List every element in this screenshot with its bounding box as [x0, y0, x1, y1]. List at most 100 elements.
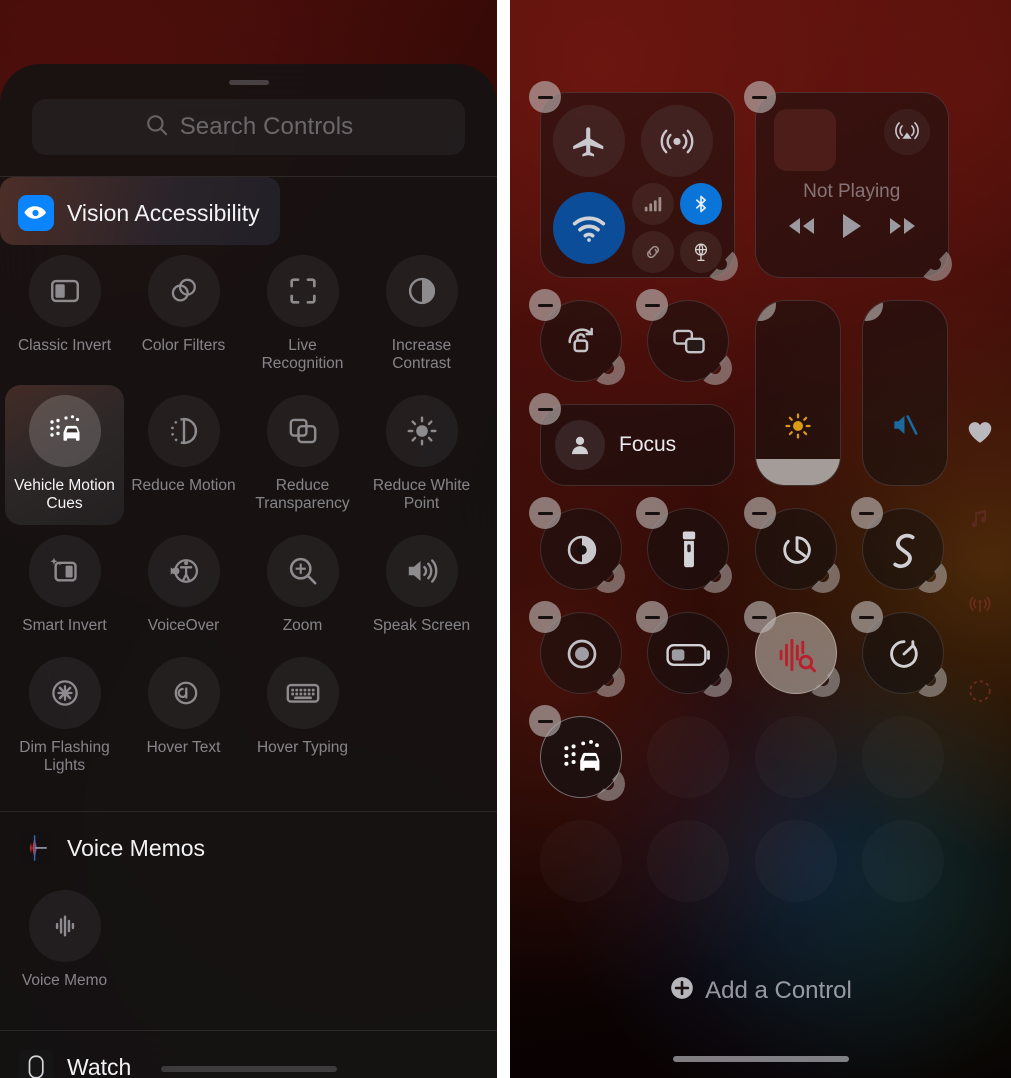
music-note-icon[interactable]: [968, 506, 992, 535]
focus-module[interactable]: Focus: [529, 393, 735, 486]
resize-grip-handle[interactable]: [913, 663, 947, 697]
now-playing-module[interactable]: Not Playing: [743, 81, 952, 281]
personal-hotspot-button[interactable]: [631, 231, 674, 273]
album-artwork-placeholder: [773, 109, 836, 171]
group-header-vision-accessibility[interactable]: Vision Accessibility: [0, 177, 280, 245]
empty-control-slot[interactable]: [755, 716, 837, 798]
dark-mode-button[interactable]: [529, 497, 625, 593]
fast-forward-icon[interactable]: [886, 213, 920, 244]
resize-grip-handle[interactable]: [806, 559, 840, 593]
empty-control-slot[interactable]: [647, 716, 729, 798]
minus-badge[interactable]: [850, 497, 883, 529]
resize-grip-handle[interactable]: [591, 663, 625, 697]
screen-record-button[interactable]: [529, 601, 625, 697]
control-reduce-motion[interactable]: Reduce Motion: [124, 385, 243, 525]
voice-memo-search-button[interactable]: [743, 601, 840, 697]
minus-badge[interactable]: [755, 301, 776, 321]
resize-grip-handle[interactable]: [698, 663, 732, 697]
minus-badge[interactable]: [529, 705, 561, 737]
resize-grip-handle[interactable]: [591, 351, 625, 385]
resize-grip-handle[interactable]: [591, 767, 625, 801]
control-hover-text[interactable]: Hover Text: [124, 647, 243, 787]
empty-control-slot[interactable]: [862, 820, 944, 902]
control-reduce-transparency[interactable]: Reduce Transparency: [243, 385, 362, 525]
flashlight-button[interactable]: [636, 497, 732, 593]
minus-badge[interactable]: [529, 393, 561, 425]
resize-grip-handle[interactable]: [918, 247, 952, 281]
minus-badge[interactable]: [850, 601, 883, 633]
sheet-grabber[interactable]: [228, 80, 269, 85]
brightness-slider[interactable]: [754, 300, 841, 486]
minus-badge[interactable]: [862, 301, 883, 321]
dashed-circle-icon[interactable]: [967, 678, 993, 709]
search-input[interactable]: Search Controls: [32, 99, 465, 155]
minus-badge[interactable]: [636, 289, 669, 321]
screenshot-stage: Search Controls Vision Accessibility Cla…: [0, 0, 1011, 1078]
airplay-audio-icon[interactable]: [884, 109, 930, 155]
airdrop-button[interactable]: [640, 105, 713, 177]
live-recognition-icon: [266, 255, 339, 327]
rotation-lock-button[interactable]: [529, 289, 625, 385]
shazam-button[interactable]: [850, 497, 947, 593]
connectivity-module[interactable]: [529, 81, 738, 281]
control-dim-flashing-lights[interactable]: Dim Flashing Lights: [5, 647, 124, 787]
minus-badge[interactable]: [529, 497, 561, 529]
resize-grip-handle[interactable]: [806, 663, 840, 697]
connectivity-icon[interactable]: [967, 592, 993, 621]
play-icon[interactable]: [838, 211, 866, 246]
control-classic-invert[interactable]: Classic Invert: [5, 245, 124, 385]
heart-icon[interactable]: [967, 420, 993, 449]
empty-control-slot[interactable]: [540, 820, 622, 902]
home-indicator-bar[interactable]: [672, 1056, 849, 1062]
bluetooth-button[interactable]: [679, 183, 722, 225]
timer-button[interactable]: [743, 497, 840, 593]
reduce-transparency-icon: [266, 395, 339, 467]
minus-badge[interactable]: [743, 81, 776, 113]
controls-gallery-sheet: Search Controls Vision Accessibility Cla…: [0, 64, 497, 1078]
voice-memo-icon: [28, 890, 101, 962]
resize-grip-handle[interactable]: [698, 351, 732, 385]
group-header-voice-memos[interactable]: Voice Memos: [0, 812, 225, 880]
control-reduce-white-point[interactable]: Reduce White Point: [362, 385, 481, 525]
control-vehicle-motion-cues[interactable]: Vehicle Motion Cues: [5, 385, 124, 525]
control-hover-typing[interactable]: Hover Typing: [243, 647, 362, 787]
group-header-watch[interactable]: Watch: [0, 1031, 151, 1078]
wifi-button[interactable]: [553, 192, 626, 264]
control-zoom[interactable]: Zoom: [243, 525, 362, 647]
empty-control-slot[interactable]: [755, 820, 837, 902]
control-increase-contrast[interactable]: Increase Contrast: [362, 245, 481, 385]
cellular-data-button[interactable]: [631, 183, 674, 225]
airplane-mode-button[interactable]: [553, 105, 626, 177]
vehicle-motion-cues-button[interactable]: [515, 699, 675, 821]
low-power-mode-button[interactable]: [636, 601, 732, 697]
volume-slider[interactable]: [861, 300, 948, 486]
control-voiceover[interactable]: VoiceOver: [124, 525, 243, 647]
control-color-filters[interactable]: Color Filters: [124, 245, 243, 385]
empty-control-slot[interactable]: [862, 716, 944, 798]
minus-badge[interactable]: [529, 289, 561, 321]
resize-grip-handle[interactable]: [913, 559, 947, 593]
minus-badge[interactable]: [636, 497, 669, 529]
control-voice-memo[interactable]: Voice Memo: [5, 880, 124, 1002]
stopwatch-button[interactable]: [850, 601, 947, 697]
resize-grip-handle[interactable]: [704, 247, 738, 281]
minus-badge[interactable]: [743, 601, 776, 633]
resize-grip-handle[interactable]: [698, 559, 732, 593]
group-title: Watch: [67, 1053, 132, 1078]
control-label: Smart Invert: [22, 617, 107, 634]
minus-badge[interactable]: [529, 81, 561, 113]
controls-gallery-panel: Search Controls Vision Accessibility Cla…: [0, 0, 497, 1078]
add-control-button[interactable]: Add a Control: [510, 975, 1011, 1006]
dim-flashing-lights-icon: [28, 657, 101, 729]
resize-grip-handle[interactable]: [591, 559, 625, 593]
minus-badge[interactable]: [636, 601, 669, 633]
control-live-recognition[interactable]: Live Recognition: [243, 245, 362, 385]
minus-badge[interactable]: [529, 601, 561, 633]
empty-control-slot[interactable]: [647, 820, 729, 902]
control-speak-screen[interactable]: Speak Screen: [362, 525, 481, 647]
rewind-icon[interactable]: [784, 213, 818, 244]
minus-badge[interactable]: [743, 497, 776, 529]
controls-grid-vision: Classic Invert Color Filters Live Recogn…: [0, 245, 497, 787]
screen-mirroring-button[interactable]: [636, 289, 732, 385]
control-smart-invert[interactable]: Smart Invert: [5, 525, 124, 647]
